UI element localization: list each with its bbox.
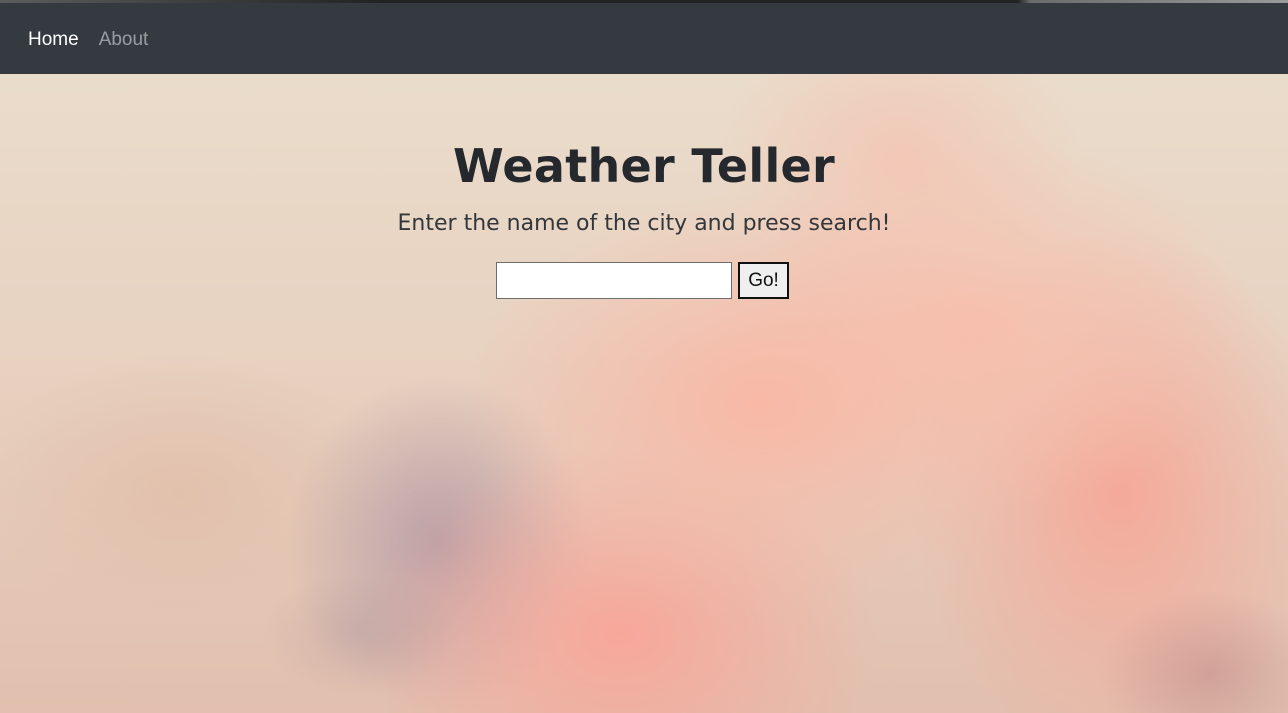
go-button[interactable]: Go! bbox=[738, 262, 789, 299]
navbar-top-strip bbox=[0, 0, 1288, 3]
page-subtitle: Enter the name of the city and press sea… bbox=[397, 211, 891, 236]
nav-home-link[interactable]: Home bbox=[28, 27, 79, 53]
page-title: Weather Teller bbox=[452, 139, 836, 193]
search-form: Go! bbox=[496, 262, 789, 299]
nav-about-link[interactable]: About bbox=[99, 27, 149, 53]
top-navbar: Home About bbox=[0, 0, 1288, 74]
nav-links: Home About bbox=[28, 27, 148, 53]
city-search-input[interactable] bbox=[496, 262, 732, 299]
